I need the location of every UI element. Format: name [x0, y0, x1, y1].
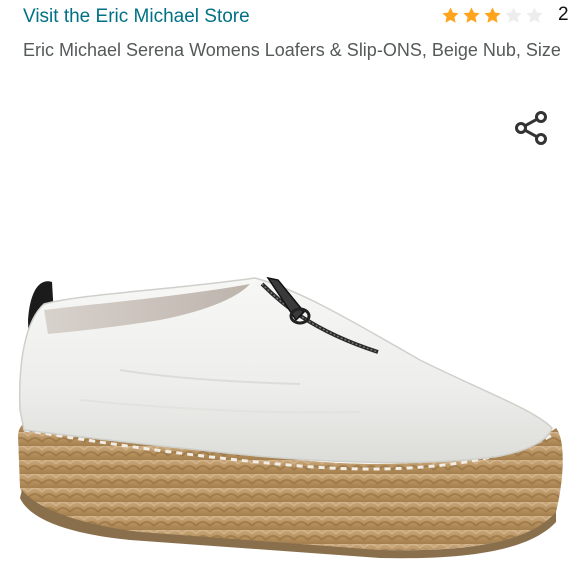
rating-count[interactable]: 2 — [558, 4, 569, 26]
share-icon — [515, 111, 547, 145]
star-empty-icon — [505, 6, 522, 23]
star-rating[interactable]: 2 — [441, 4, 569, 26]
stars-group — [441, 6, 546, 25]
star-filled-icon — [442, 6, 459, 23]
share-button[interactable] — [512, 108, 552, 148]
product-page: Visit the Eric Michael Store 2 Eric Mich… — [0, 0, 580, 580]
star-filled-icon — [484, 6, 501, 23]
star-filled-icon — [463, 6, 480, 23]
product-title: Eric Michael Serena Womens Loafers & Sli… — [23, 40, 561, 60]
star-empty-icon — [526, 6, 543, 23]
product-image[interactable] — [0, 250, 580, 570]
visit-store-link[interactable]: Visit the Eric Michael Store — [23, 6, 250, 28]
